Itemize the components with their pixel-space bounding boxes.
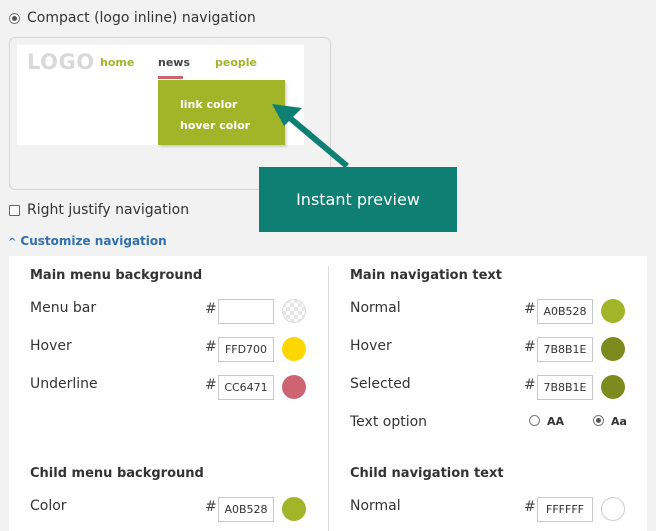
hover-bg-hex-input[interactable]: FFD700: [218, 337, 274, 362]
child-navigation-text-title: Child navigation text: [350, 466, 504, 481]
text-option-titlecase-radio[interactable]: [593, 415, 604, 426]
hover-text-label: Hover: [350, 338, 392, 354]
chevron-up-icon: ^: [8, 237, 17, 248]
preview-dropdown-hover-color: hover color: [180, 119, 251, 132]
instant-preview-callout: Instant preview: [259, 167, 457, 232]
normal-text-hex-input[interactable]: A0B528: [537, 299, 593, 324]
main-menu-background-title: Main menu background: [30, 268, 203, 283]
hash-symbol: #: [524, 339, 536, 355]
underline-color-swatch[interactable]: [282, 375, 306, 399]
hash-symbol: #: [205, 377, 217, 393]
preview-logo: LOGO: [27, 50, 95, 74]
selected-text-label: Selected: [350, 376, 411, 392]
preview-nav-news: news: [158, 56, 191, 69]
text-option-uppercase-radio[interactable]: [529, 415, 540, 426]
menu-bar-label: Menu bar: [30, 300, 97, 316]
text-option-titlecase-label: Aa: [611, 415, 627, 428]
customize-navigation-toggle[interactable]: ^ Customize navigation: [8, 234, 167, 248]
hash-symbol: #: [524, 377, 536, 393]
hover-text-color-swatch[interactable]: [601, 337, 625, 361]
child-normal-hex-input[interactable]: FFFFFF: [537, 497, 593, 522]
child-color-label: Color: [30, 498, 67, 514]
compact-navigation-radio[interactable]: [9, 13, 20, 24]
hover-bg-color-swatch[interactable]: [282, 337, 306, 361]
child-color-swatch[interactable]: [282, 497, 306, 521]
text-option-uppercase-label: AA: [547, 415, 565, 428]
child-color-hex-input[interactable]: A0B528: [218, 497, 274, 522]
underline-hex-input[interactable]: CC6471: [218, 375, 274, 400]
normal-text-label: Normal: [350, 300, 401, 316]
menu-bar-color-swatch[interactable]: [282, 299, 306, 323]
child-menu-background-title: Child menu background: [30, 466, 204, 481]
text-option-label: Text option: [350, 414, 428, 430]
hover-bg-label: Hover: [30, 338, 72, 354]
compact-navigation-label: Compact (logo inline) navigation: [27, 10, 256, 26]
preview-nav-underline: [158, 76, 183, 79]
right-justify-checkbox[interactable]: [9, 205, 20, 216]
child-normal-color-swatch[interactable]: [601, 497, 625, 521]
preview-nav-people: people: [215, 56, 257, 69]
underline-label: Underline: [30, 376, 98, 392]
preview-dropdown-link-color: link color: [180, 98, 238, 111]
column-divider: [328, 266, 329, 531]
hash-symbol: #: [205, 499, 217, 515]
menu-bar-hex-input[interactable]: [218, 299, 274, 324]
hash-symbol: #: [524, 499, 536, 515]
main-navigation-text-title: Main navigation text: [350, 268, 502, 283]
customize-navigation-label: Customize navigation: [20, 234, 167, 248]
preview-dropdown: link color hover color: [158, 80, 285, 145]
preview-nav-home: home: [100, 56, 135, 69]
normal-text-color-swatch[interactable]: [601, 299, 625, 323]
hover-text-hex-input[interactable]: 7B8B1E: [537, 337, 593, 362]
hash-symbol: #: [205, 301, 217, 317]
selected-text-hex-input[interactable]: 7B8B1E: [537, 375, 593, 400]
hash-symbol: #: [524, 301, 536, 317]
right-justify-label: Right justify navigation: [27, 202, 190, 218]
hash-symbol: #: [205, 339, 217, 355]
selected-text-color-swatch[interactable]: [601, 375, 625, 399]
child-normal-label: Normal: [350, 498, 401, 514]
